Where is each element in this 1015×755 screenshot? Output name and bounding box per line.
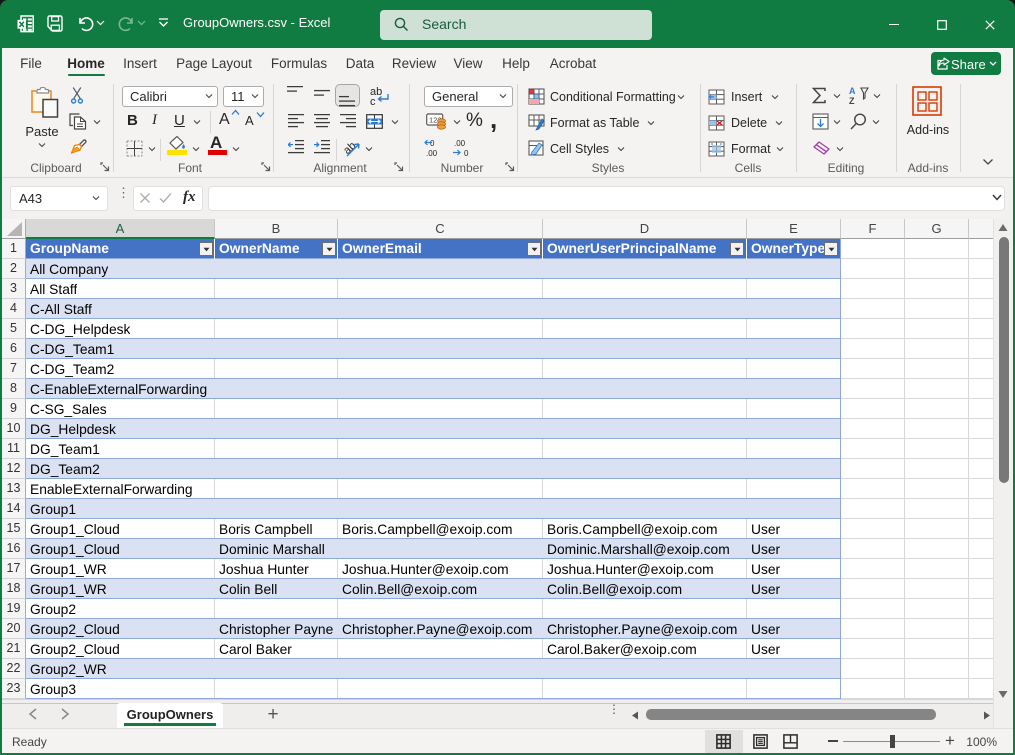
svg-text:Z: Z [849,96,855,106]
svg-text:c: c [370,96,376,106]
svg-text:0: 0 [464,149,469,158]
svg-text:A: A [849,86,856,96]
svg-text:.00: .00 [454,139,466,148]
svg-text:ab: ab [343,140,358,157]
svg-text:0: 0 [430,139,435,148]
svg-text:.00: .00 [426,149,438,158]
